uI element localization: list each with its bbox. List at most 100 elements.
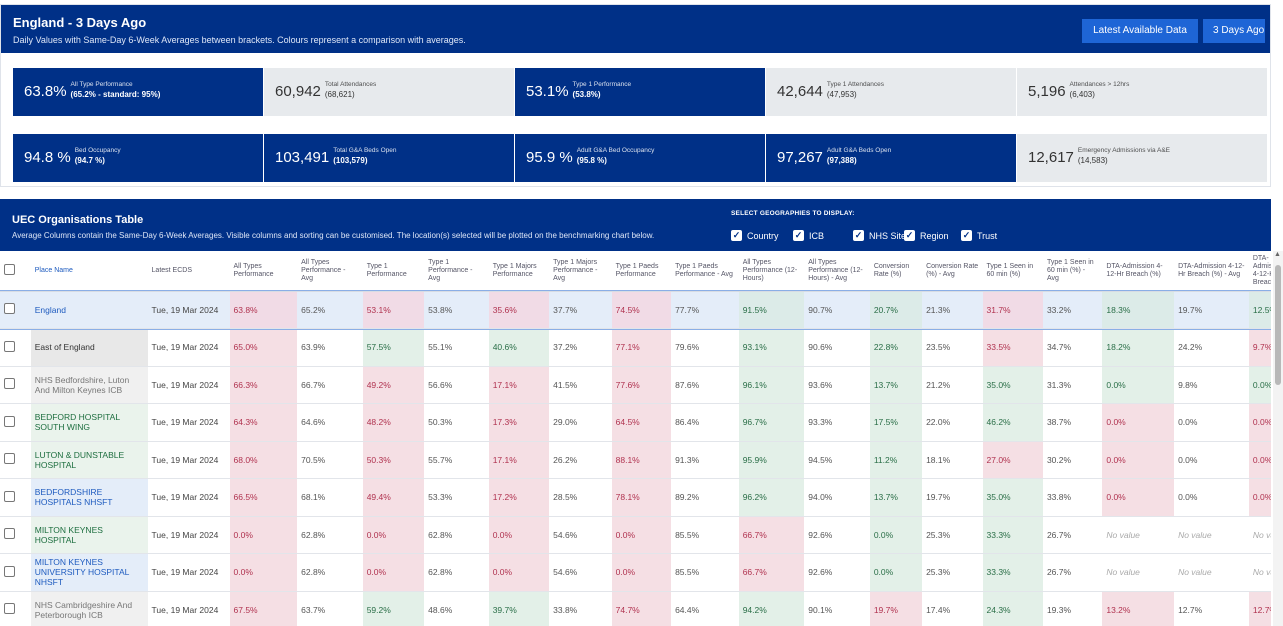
- metric-cell: 27.0%: [982, 441, 1043, 479]
- table-row[interactable]: MILTON KEYNES HOSPITAL Tue, 19 Mar 2024 0.…: [0, 516, 1271, 554]
- metric-cell: No value: [1174, 516, 1249, 554]
- row-checkbox[interactable]: [4, 378, 15, 390]
- place-name[interactable]: MILTON KEYNES HOSPITAL: [30, 516, 148, 554]
- select-all-checkbox[interactable]: [4, 263, 15, 275]
- column-header[interactable]: Type 1 Majors Performance: [488, 251, 550, 292]
- geo-option-region[interactable]: ✓ Region: [904, 230, 949, 241]
- metric-tile: 42,644 Type 1 Attendances (47,953): [766, 68, 1017, 116]
- row-checkbox[interactable]: [4, 528, 15, 540]
- column-header[interactable]: Type 1 Seen in 60 min (%): [982, 251, 1043, 292]
- column-header[interactable]: DTA-Admission 4-12-Hr Breach (%): [1102, 251, 1175, 292]
- column-header[interactable]: All Types Performance - Avg: [297, 251, 363, 292]
- column-header[interactable]: Conversion Rate (%): [869, 251, 923, 292]
- metric-average: (97,388): [826, 156, 857, 165]
- row-checkbox[interactable]: [4, 453, 15, 465]
- row-checkbox[interactable]: [4, 603, 15, 615]
- column-header[interactable]: Type 1 Paeds Performance - Avg: [671, 251, 739, 292]
- column-header[interactable]: DTA-Admission 4-12-Hr Breach (%) - Avg: [1174, 251, 1249, 292]
- checkbox-checked-icon[interactable]: ✓: [961, 230, 972, 241]
- metric-cell: 64.4%: [671, 591, 739, 626]
- row-select-cell: [0, 591, 31, 626]
- metric-cell: 0.0%: [611, 516, 672, 554]
- place-name[interactable]: NHS Bedfordshire, Luton And Milton Keyne…: [30, 366, 148, 404]
- metric-cell: 18.3%: [1102, 291, 1175, 329]
- row-checkbox[interactable]: [4, 490, 15, 502]
- row-select-cell: [0, 478, 31, 517]
- geo-option-nhs-site[interactable]: ✓ NHS Site: [853, 230, 906, 241]
- metric-average: (95.8 %): [576, 156, 607, 165]
- metric-label: Adult G&A Bed Occupancy: [576, 147, 655, 154]
- metric-cell: 94.5%: [804, 441, 870, 479]
- geo-option-icb[interactable]: ✓ ICB: [793, 230, 824, 241]
- column-header[interactable]: Type 1 Majors Performance - Avg: [549, 251, 612, 292]
- metric-cell: 48.6%: [424, 591, 489, 626]
- metric-cell: 26.7%: [1042, 516, 1103, 554]
- column-header[interactable]: Type 1 Seen in 60 min (%) - Avg: [1042, 251, 1103, 292]
- metric-cell: 0.0%: [229, 553, 298, 592]
- place-name[interactable]: BEDFORD HOSPITAL SOUTH WING: [30, 403, 148, 442]
- metric-value: 12,617: [1028, 149, 1074, 166]
- column-header[interactable]: Type 1 Performance: [362, 251, 425, 292]
- column-header[interactable]: All Types Performance: [229, 251, 298, 292]
- metric-cell: 86.4%: [671, 403, 739, 442]
- metric-cell: 19.3%: [1042, 591, 1103, 626]
- metric-cell: 18.2%: [1102, 328, 1175, 367]
- three-days-ago-button[interactable]: 3 Days Ago: [1203, 19, 1265, 43]
- table-row[interactable]: BEDFORDSHIRE HOSPITALS NHSFT Tue, 19 Mar …: [0, 478, 1271, 517]
- metric-cell: 35.0%: [982, 478, 1043, 517]
- metric-cell: 53.8%: [424, 291, 489, 329]
- table-row[interactable]: LUTON & DUNSTABLE HOSPITAL Tue, 19 Mar 20…: [0, 441, 1271, 479]
- table-row[interactable]: MILTON KEYNES UNIVERSITY HOSPITAL NHSFT T…: [0, 553, 1271, 592]
- row-checkbox[interactable]: [4, 565, 15, 577]
- metric-cell: 54.6%: [549, 553, 612, 592]
- column-header[interactable]: Type 1 Performance - Avg: [424, 251, 489, 292]
- column-header[interactable]: All Types Performance (12-Hours): [738, 251, 805, 292]
- table-vertical-scrollbar[interactable]: ▲: [1273, 251, 1283, 626]
- geo-option-trust[interactable]: ✓ Trust: [961, 230, 997, 241]
- place-name[interactable]: England: [30, 291, 148, 329]
- column-header[interactable]: Conversion Rate (%) - Avg: [922, 251, 983, 292]
- column-header[interactable]: Type 1 Paeds Performance: [611, 251, 672, 292]
- column-header[interactable]: Place Name: [30, 251, 148, 292]
- place-name[interactable]: East of England: [30, 328, 148, 367]
- checkbox-checked-icon[interactable]: ✓: [904, 230, 915, 241]
- uec-table-title: UEC Organisations Table: [12, 214, 144, 226]
- row-checkbox[interactable]: [4, 340, 15, 352]
- metric-label: Bed Occupancy: [74, 147, 121, 154]
- summary-panel: England - 3 Days Ago Daily Values with S…: [0, 4, 1271, 187]
- checkbox-checked-icon[interactable]: ✓: [793, 230, 804, 241]
- checkbox-checked-icon[interactable]: ✓: [853, 230, 864, 241]
- geo-option-country[interactable]: ✓ Country: [731, 230, 779, 241]
- metric-cell: 25.3%: [922, 516, 983, 554]
- row-select-cell: [0, 403, 31, 442]
- metric-label: All Type Performance: [70, 81, 133, 88]
- metric-cell: 66.3%: [229, 366, 298, 404]
- checkbox-checked-icon[interactable]: ✓: [731, 230, 742, 241]
- metric-cell: 79.6%: [671, 328, 739, 367]
- column-header[interactable]: DTA-Admission 4-12-Hr Breach: [1248, 251, 1271, 292]
- column-header[interactable]: All Types Performance (12-Hours) - Avg: [804, 251, 870, 292]
- scroll-up-icon[interactable]: ▲: [1274, 251, 1281, 258]
- metric-cell: 37.2%: [549, 328, 612, 367]
- metric-cell: 0.0%: [611, 553, 672, 592]
- place-name[interactable]: NHS Cambridgeshire And Peterborough ICB: [30, 591, 148, 626]
- metric-cell: 33.8%: [549, 591, 612, 626]
- metric-cell: No value: [1174, 553, 1249, 592]
- place-name[interactable]: BEDFORDSHIRE HOSPITALS NHSFT: [30, 478, 148, 517]
- place-name[interactable]: LUTON & DUNSTABLE HOSPITAL: [30, 441, 148, 479]
- metrics-row-1: 63.8% All Type Performance (65.2% - standa…: [13, 68, 1268, 116]
- table-row[interactable]: NHS Bedfordshire, Luton And Milton Keyne…: [0, 366, 1271, 404]
- table-row[interactable]: England Tue, 19 Mar 2024 63.8% 65.2% 53.1% 53…: [0, 290, 1271, 330]
- row-checkbox[interactable]: [4, 415, 15, 427]
- scrollbar-thumb[interactable]: [1275, 265, 1281, 385]
- place-name[interactable]: MILTON KEYNES UNIVERSITY HOSPITAL NHSFT: [30, 553, 148, 592]
- metric-cell: 94.0%: [804, 478, 870, 517]
- table-row[interactable]: BEDFORD HOSPITAL SOUTH WING Tue, 19 Mar 2…: [0, 403, 1271, 442]
- latest-data-button[interactable]: Latest Available Data: [1082, 19, 1198, 43]
- table-row[interactable]: East of England Tue, 19 Mar 2024 65.0% 63.9…: [0, 328, 1271, 367]
- metric-tile: 12,617 Emergency Admissions via A&E (14,58…: [1017, 134, 1268, 182]
- metric-label: Total G&A Beds Open: [333, 147, 397, 154]
- column-header[interactable]: Latest ECDS: [147, 251, 230, 292]
- row-checkbox[interactable]: [4, 303, 15, 315]
- table-row[interactable]: NHS Cambridgeshire And Peterborough ICB T…: [0, 591, 1271, 626]
